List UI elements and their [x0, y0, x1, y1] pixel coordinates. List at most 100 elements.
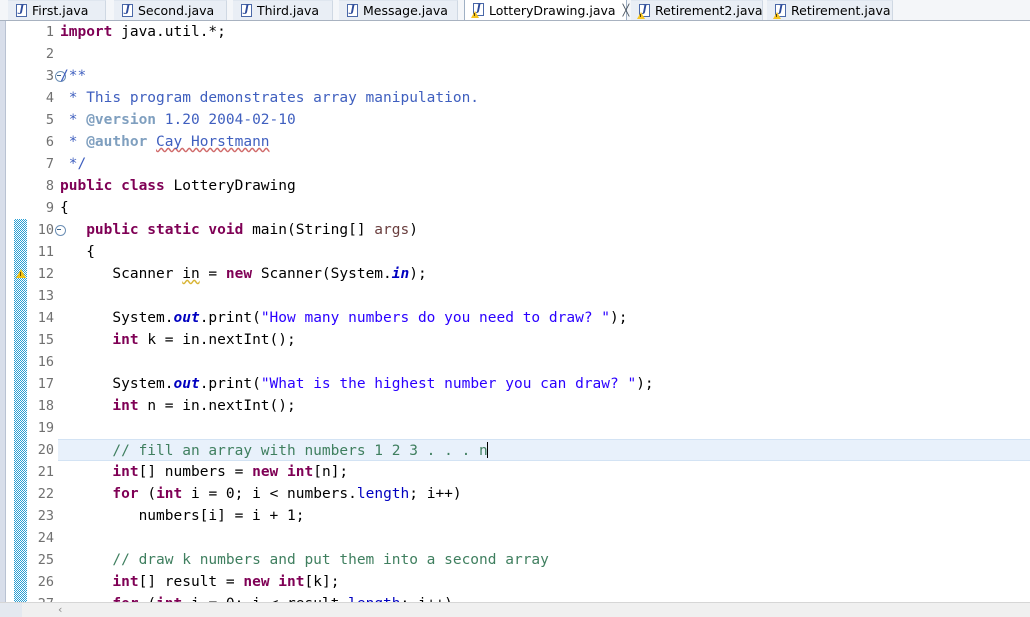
editor-tab-retirement2-java[interactable]: J Retirement2.java — [631, 0, 763, 20]
code-token: "What is the highest number you can draw… — [260, 376, 637, 392]
code-line[interactable]: import java.util.*; — [58, 21, 1030, 43]
code-token: 1.20 2004-02-10 — [156, 112, 296, 128]
code-token: System. — [60, 310, 174, 326]
code-line[interactable]: // fill an array with numbers 1 2 3 . . … — [58, 439, 1030, 461]
code-line[interactable]: // draw k numbers and put them into a se… — [58, 549, 1030, 571]
code-token: ; i++) — [409, 486, 462, 502]
code-line[interactable] — [58, 43, 1030, 65]
code-line[interactable]: int n = in.nextInt(); — [58, 395, 1030, 417]
code-line[interactable]: * @version 1.20 2004-02-10 — [58, 109, 1030, 131]
line-number: 16 — [37, 354, 54, 370]
code-token: /** — [60, 68, 87, 84]
line-number: 19 — [37, 420, 54, 436]
line-number: 26 — [37, 574, 54, 590]
code-line[interactable] — [58, 285, 1030, 307]
code-token: * This program demonstrates array manipu… — [60, 90, 480, 106]
code-line-text: for (int i = 0; i < numbers.length; i++) — [58, 486, 462, 502]
line-number: 24 — [37, 530, 54, 546]
code-token: System. — [60, 376, 174, 392]
code-line[interactable]: public class LotteryDrawing — [58, 175, 1030, 197]
code-line[interactable]: int k = in.nextInt(); — [58, 329, 1030, 351]
code-token: ); — [636, 376, 654, 392]
editor-tab-lotterydrawing-java[interactable]: J LotteryDrawing.java ╳ — [464, 0, 630, 20]
code-line-text: numbers[i] = i + 1; — [58, 508, 305, 524]
code-token: in — [182, 266, 200, 282]
code-line[interactable]: * This program demonstrates array manipu… — [58, 87, 1030, 109]
line-number: 1 — [45, 24, 54, 40]
code-line[interactable]: /** — [58, 65, 1030, 87]
annotation-ruler[interactable] — [7, 21, 27, 602]
editor-tab-label: First.java — [32, 3, 89, 18]
code-line[interactable]: for (int i = 0; i < numbers.length; i++) — [58, 483, 1030, 505]
editor-tab-third-java[interactable]: J Third.java — [233, 0, 333, 20]
line-number: 7 — [45, 156, 54, 172]
code-token: public class — [60, 178, 165, 194]
editor-tab-label: Second.java — [138, 3, 215, 18]
code-line[interactable]: for (int i = 0; i < result.length; i++) — [58, 593, 1030, 602]
code-line-text: System.out.print("How many numbers do yo… — [58, 310, 627, 326]
editor-tab-retirement-java[interactable]: J Retirement.java — [767, 0, 893, 20]
editor-tab-message-java[interactable]: J Message.java — [339, 0, 458, 20]
code-line[interactable]: public static void main(String[] args) — [58, 219, 1030, 241]
code-line-text: { — [58, 200, 69, 216]
code-line[interactable]: Scanner in = new Scanner(System.in); — [58, 263, 1030, 285]
line-number: 4 — [45, 90, 54, 106]
code-line[interactable] — [58, 351, 1030, 373]
code-line[interactable]: { — [58, 241, 1030, 263]
code-token: .print( — [199, 310, 261, 326]
code-line[interactable]: * @author Cay Horstmann — [58, 131, 1030, 153]
line-number: 22 — [37, 486, 54, 502]
code-line-text: System.out.print("What is the highest nu… — [58, 376, 654, 392]
code-line[interactable]: */ — [58, 153, 1030, 175]
tab-close-icon[interactable]: ╳ — [623, 5, 630, 16]
code-line[interactable]: { — [58, 197, 1030, 219]
code-token: new — [225, 266, 253, 282]
line-number: 15 — [37, 332, 54, 348]
code-line-text: Scanner in = new Scanner(System.in); — [58, 266, 427, 282]
code-editor[interactable]: 1 2 3 4 5 6 7 8 9 10 11 12 13 14 15 16 17 18 19 20 21 22 23 24 2… — [0, 21, 1030, 602]
code-line[interactable] — [58, 527, 1030, 549]
code-token: Cay Horstmann — [156, 134, 270, 150]
code-token: i = 0; i < numbers. — [182, 486, 357, 502]
editor-tab-second-java[interactable]: J Second.java — [114, 0, 227, 20]
code-line[interactable] — [58, 417, 1030, 439]
code-token: out — [173, 376, 200, 392]
editor-left-margin — [0, 21, 6, 602]
code-token: Scanner — [60, 266, 183, 282]
code-line[interactable]: int[] numbers = new int[n]; — [58, 461, 1030, 483]
line-number: 18 — [37, 398, 54, 414]
line-number: 8 — [45, 178, 54, 194]
code-token: [n]; — [313, 464, 349, 480]
code-token: ); — [409, 266, 427, 282]
line-number: 17 — [37, 376, 54, 392]
code-line[interactable]: System.out.print("What is the highest nu… — [58, 373, 1030, 395]
code-token: = — [199, 266, 226, 282]
scrollbar-corner — [0, 603, 22, 617]
java-file-icon: J — [121, 3, 134, 18]
line-number: 6 — [45, 134, 54, 150]
line-number: 9 — [45, 200, 54, 216]
code-token: */ — [60, 156, 87, 172]
java-file-icon: J — [346, 3, 359, 18]
code-token: ) — [409, 222, 418, 238]
code-line-text: * This program demonstrates array manipu… — [58, 90, 479, 106]
code-line-text: int[] result = new int[k]; — [58, 574, 339, 590]
code-text-area[interactable]: import java.util.*; /** * This program de… — [58, 21, 1030, 602]
line-number: 12 — [37, 266, 54, 282]
code-token: { — [60, 200, 69, 216]
horizontal-scrollbar[interactable]: ‹ — [0, 602, 1030, 617]
scroll-left-arrow-icon[interactable]: ‹ — [58, 603, 62, 617]
code-token: [] numbers = — [138, 464, 253, 480]
code-line[interactable]: System.out.print("How many numbers do yo… — [58, 307, 1030, 329]
code-line[interactable]: int[] result = new int[k]; — [58, 571, 1030, 593]
line-number: 25 — [37, 552, 54, 568]
editor-tab-first-java[interactable]: J First.java — [8, 0, 106, 20]
line-number: 3 — [45, 68, 54, 84]
code-line[interactable]: numbers[i] = i + 1; — [58, 505, 1030, 527]
